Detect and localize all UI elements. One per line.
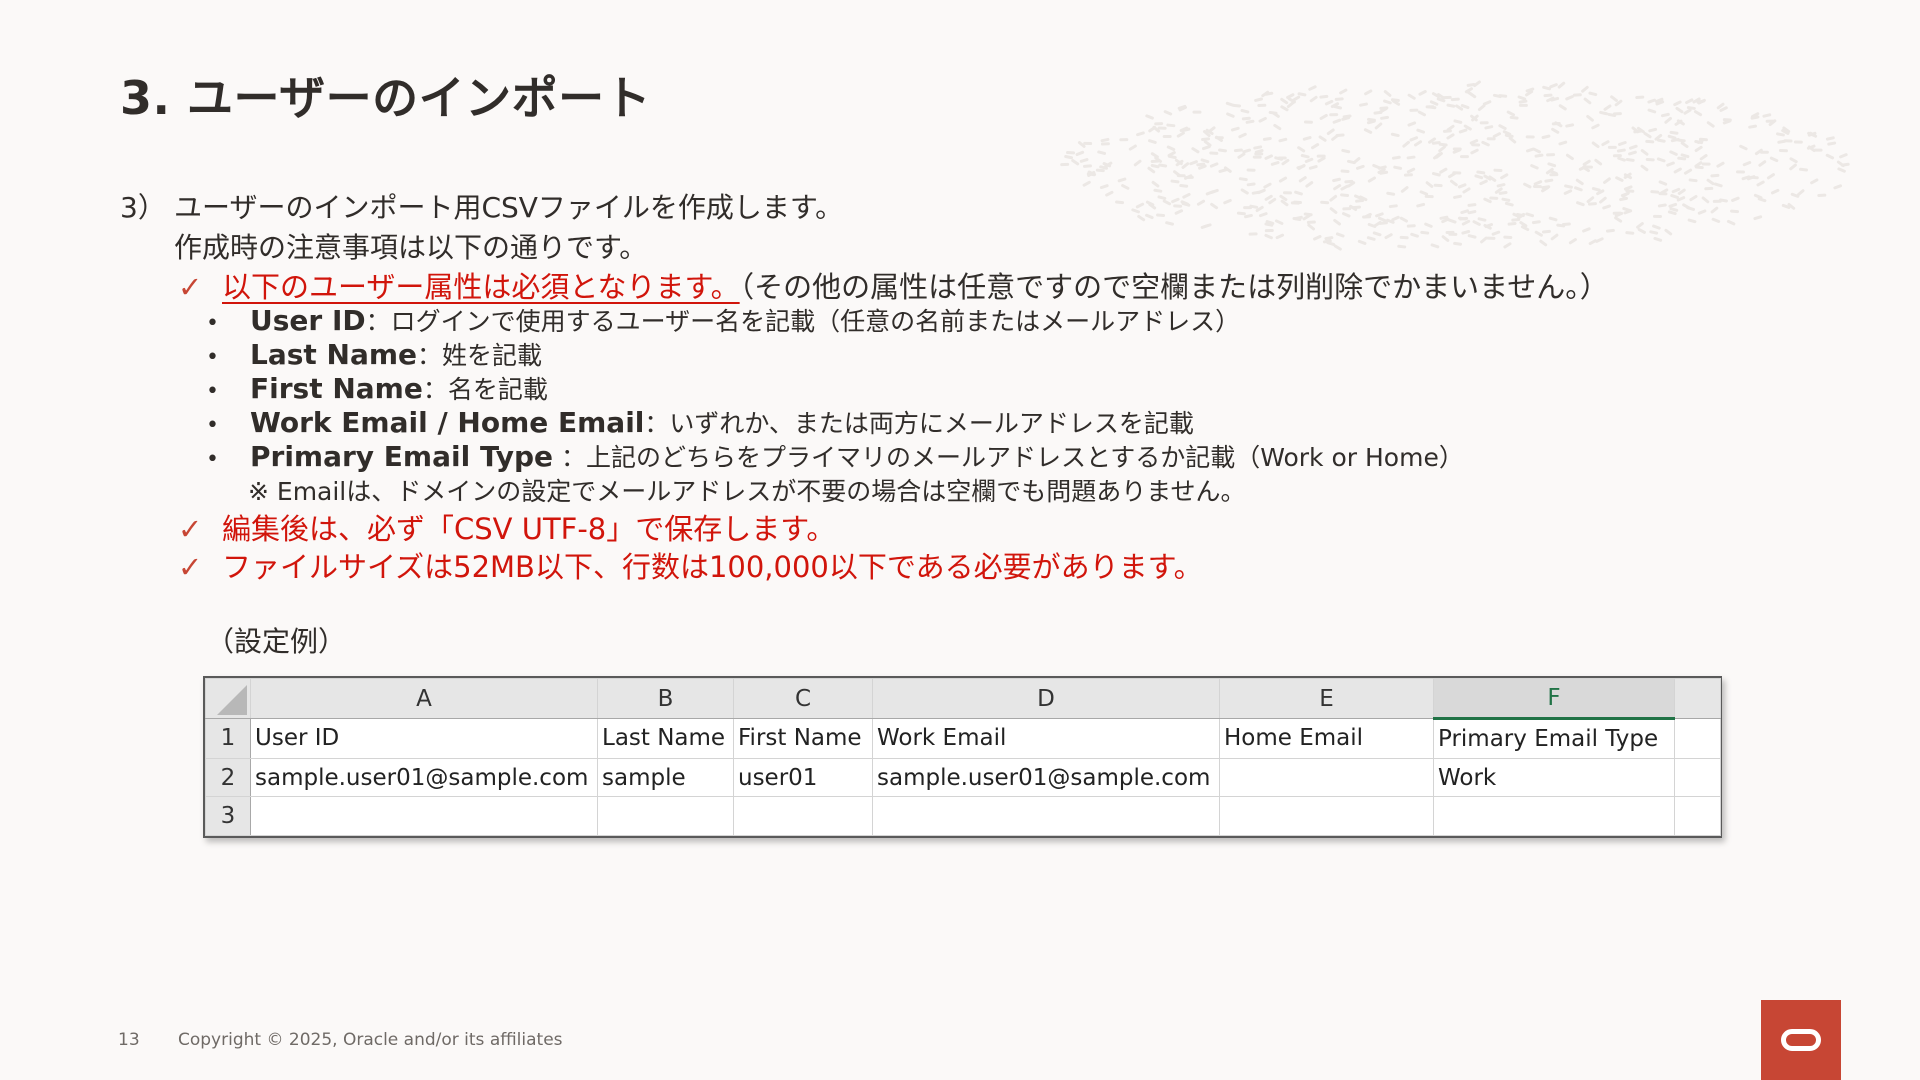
optional-attributes-text: （その他の属性は任意ですので空欄または列削除でかまいません。） xyxy=(739,270,1609,304)
check-mark-icon: ✓ xyxy=(178,512,203,546)
bullet-sep: ： xyxy=(422,375,448,404)
check-item-required: ✓ 以下のユーザー属性は必須となります。（その他の属性は任意ですので空欄または列削… xyxy=(178,264,1609,306)
bullet-desc: 姓を記載 xyxy=(442,341,543,370)
column-header-d[interactable]: D xyxy=(872,678,1220,719)
table-cell[interactable] xyxy=(733,796,873,836)
bullet-sep: ： xyxy=(365,307,391,336)
bullet-item: • Primary Email Type ：上記のどちらをプライマリのメールアドレ… xyxy=(206,438,1464,474)
spreadsheet-example: A B C D E F 1 User ID Last Name First Na… xyxy=(203,676,1722,838)
spreadsheet-grid: A B C D E F 1 User ID Last Name First Na… xyxy=(205,678,1721,836)
table-cell[interactable]: user01 xyxy=(733,757,873,798)
oracle-logo-icon xyxy=(1761,1000,1841,1080)
column-header-b[interactable]: B xyxy=(597,678,734,719)
row-header[interactable]: 1 xyxy=(205,718,251,759)
table-cell[interactable] xyxy=(1433,796,1675,836)
row-header[interactable]: 3 xyxy=(205,796,251,836)
page-title: 3. ユーザーのインポート xyxy=(120,71,652,125)
table-cell[interactable] xyxy=(1674,718,1721,759)
bullet-sep: ： xyxy=(644,409,670,438)
table-row: 1 User ID Last Name First Name Work Emai… xyxy=(205,718,1721,759)
table-cell[interactable]: sample xyxy=(597,757,734,798)
bullet-sep: ： xyxy=(553,443,586,472)
column-header-e[interactable]: E xyxy=(1219,678,1434,719)
table-cell[interactable]: Work xyxy=(1433,757,1675,798)
bullet-dot: • xyxy=(206,413,219,438)
check-item-save: ✓ 編集後は、必ず「CSV UTF-8」で保存します。 xyxy=(178,506,835,548)
column-header-row: A B C D E F xyxy=(205,678,1721,720)
table-cell[interactable] xyxy=(1674,796,1721,836)
step-line-1: 3） ユーザーのインポート用CSVファイルを作成します。 xyxy=(120,186,843,226)
table-cell[interactable]: User ID xyxy=(250,718,598,759)
select-all-corner[interactable] xyxy=(205,678,251,719)
email-note: ※ Emailは、ドメインの設定でメールアドレスが不要の場合は空欄でも問題ありま… xyxy=(248,477,1246,506)
check-mark-icon: ✓ xyxy=(178,270,203,304)
table-row: 2 sample.user01@sample.com sample user01… xyxy=(205,757,1721,798)
decorative-texture xyxy=(1060,80,1850,251)
check-mark-icon: ✓ xyxy=(178,550,203,584)
table-cell[interactable]: sample.user01@sample.com xyxy=(250,757,598,798)
example-label: （設定例） xyxy=(206,625,347,658)
bullet-key: Work Email / Home Email xyxy=(250,406,645,439)
column-header-f[interactable]: F xyxy=(1433,678,1675,720)
bullet-dot: • xyxy=(206,311,219,336)
step-number: 3） xyxy=(120,191,166,224)
bullet-item: • First Name：名を記載 xyxy=(206,370,548,406)
step-text-1: ユーザーのインポート用CSVファイルを作成します。 xyxy=(174,191,844,224)
bullet-item: • Work Email / Home Email：いずれか、または両方にメールア… xyxy=(206,404,1194,440)
step-line-2: 作成時の注意事項は以下の通りです。 xyxy=(174,231,648,264)
bullet-item: • User ID：ログインで使用するユーザー名を記載（任意の名前またはメールアド… xyxy=(206,302,1240,338)
column-header-g[interactable] xyxy=(1674,678,1721,719)
bullet-dot: • xyxy=(206,447,219,472)
bullet-key: First Name xyxy=(250,372,423,405)
table-cell[interactable] xyxy=(597,796,734,836)
column-header-a[interactable]: A xyxy=(250,678,598,719)
bullet-key: User ID xyxy=(250,304,366,337)
bullet-desc: ログインで使用するユーザー名を記載（任意の名前またはメールアドレス） xyxy=(390,307,1241,336)
table-cell[interactable]: Primary Email Type xyxy=(1433,718,1675,759)
bullet-key: Primary Email Type xyxy=(250,440,554,473)
bullet-dot: • xyxy=(206,345,219,370)
bullet-desc: 上記のどちらをプライマリのメールアドレスとするか記載（Work or Home） xyxy=(585,443,1464,472)
table-cell[interactable]: sample.user01@sample.com xyxy=(872,757,1220,798)
page-number: 13 xyxy=(118,1030,140,1050)
table-cell[interactable] xyxy=(1674,757,1721,798)
required-attributes-text: 以下のユーザー属性は必須となります。 xyxy=(222,270,740,304)
check-item-size: ✓ ファイルサイズは52MB以下、行数は100,000以下である必要があります。 xyxy=(178,544,1203,586)
table-cell[interactable]: First Name xyxy=(733,718,873,759)
bullet-key: Last Name xyxy=(250,338,418,371)
row-header[interactable]: 2 xyxy=(205,757,251,798)
table-cell[interactable] xyxy=(1219,757,1434,798)
table-cell[interactable]: Home Email xyxy=(1219,718,1434,759)
save-instruction: 編集後は、必ず「CSV UTF-8」で保存します。 xyxy=(222,512,836,546)
table-cell[interactable]: Last Name xyxy=(597,718,734,759)
table-cell[interactable] xyxy=(250,796,598,836)
logo-ring xyxy=(1781,1029,1821,1051)
copyright-text: Copyright © 2025, Oracle and/or its affi… xyxy=(178,1030,563,1050)
table-row: 3 xyxy=(205,796,1721,836)
table-cell[interactable]: Work Email xyxy=(872,718,1220,759)
table-cell[interactable] xyxy=(1219,796,1434,836)
bullet-dot: • xyxy=(206,379,219,404)
table-cell[interactable] xyxy=(872,796,1220,836)
column-header-c[interactable]: C xyxy=(733,678,873,719)
bullet-item: • Last Name：姓を記載 xyxy=(206,336,542,372)
bullet-sep: ： xyxy=(417,341,443,370)
bullet-desc: 名を記載 xyxy=(447,375,548,404)
bullet-desc: いずれか、または両方にメールアドレスを記載 xyxy=(669,409,1194,438)
size-limit-text: ファイルサイズは52MB以下、行数は100,000以下である必要があります。 xyxy=(222,550,1203,584)
